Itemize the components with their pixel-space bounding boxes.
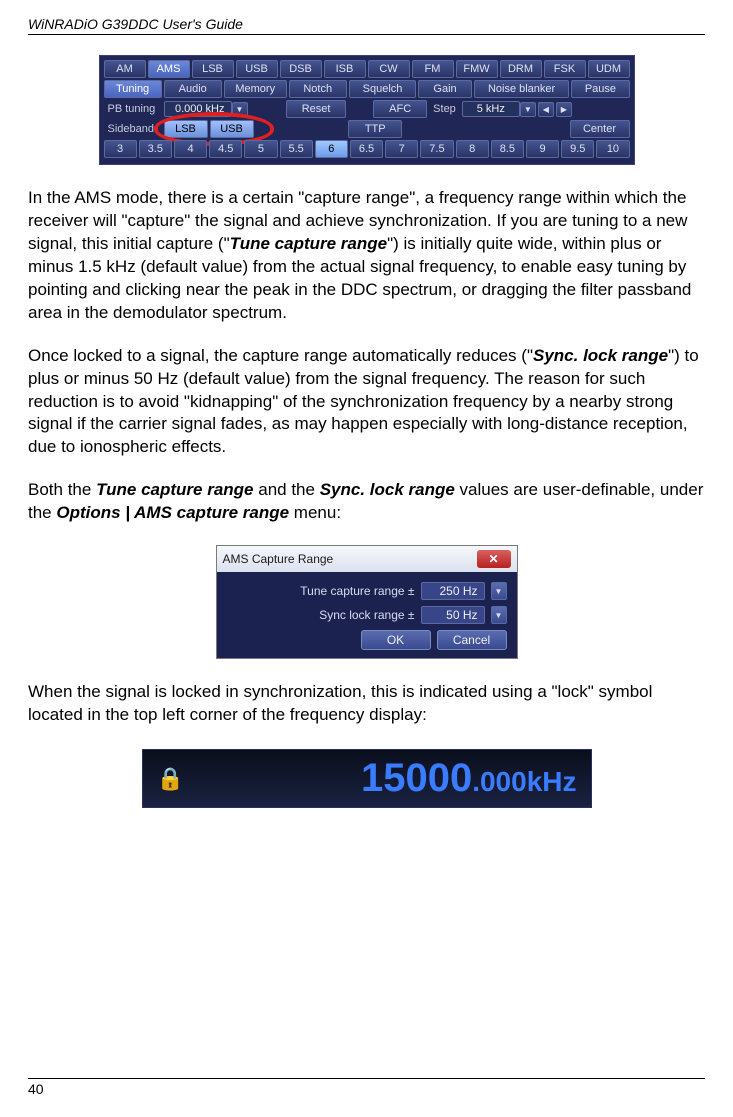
bw-btn-3-5[interactable]: 3.5	[139, 140, 172, 158]
ams-capture-range-dialog: AMS Capture Range ✕ Tune capture range ±…	[216, 545, 518, 659]
tune-capture-dropdown-icon[interactable]: ▼	[491, 582, 507, 600]
bandwidth-row: 3 3.5 4 4.5 5 5.5 6 6.5 7 7.5 8 8.5 9 9.…	[104, 140, 630, 158]
paragraph-3-d: Sync. lock range	[320, 480, 455, 499]
mode-btn-dsb[interactable]: DSB	[280, 60, 322, 78]
sideband-row: Sideband LSB USB TTP Center	[104, 120, 630, 138]
paragraph-2-b: Sync. lock range	[533, 346, 668, 365]
dialog-close-button[interactable]: ✕	[477, 550, 511, 568]
tab-gain[interactable]: Gain	[418, 80, 471, 98]
bw-btn-8[interactable]: 8	[456, 140, 489, 158]
mode-btn-fm[interactable]: FM	[412, 60, 454, 78]
page-number: 40	[28, 1078, 705, 1097]
center-button[interactable]: Center	[570, 120, 630, 138]
mode-btn-fsk[interactable]: FSK	[544, 60, 586, 78]
paragraph-1: In the AMS mode, there is a certain "cap…	[28, 187, 705, 325]
dialog-titlebar: AMS Capture Range ✕	[217, 546, 517, 572]
dialog-body: Tune capture range ± 250 Hz ▼ Sync lock …	[217, 572, 517, 658]
paragraph-4: When the signal is locked in synchroniza…	[28, 681, 705, 727]
bw-btn-5-5[interactable]: 5.5	[280, 140, 313, 158]
mode-row: AM AMS LSB USB DSB ISB CW FM FMW DRM FSK…	[104, 60, 630, 78]
ok-button[interactable]: OK	[361, 630, 431, 650]
lock-icon: 🔒	[157, 766, 184, 792]
pb-tuning-value[interactable]: 0.000 kHz	[164, 101, 232, 117]
paragraph-2: Once locked to a signal, the capture ran…	[28, 345, 705, 460]
step-right-icon[interactable]: ▶	[556, 102, 572, 117]
step-left-icon[interactable]: ◀	[538, 102, 554, 117]
tune-capture-row: Tune capture range ± 250 Hz ▼	[227, 582, 507, 600]
paragraph-3-c: and the	[254, 480, 320, 499]
sideband-usb-button[interactable]: USB	[210, 120, 254, 138]
tab-notch[interactable]: Notch	[289, 80, 347, 98]
mode-btn-isb[interactable]: ISB	[324, 60, 366, 78]
frequency-display: 🔒 15000.000kHz	[142, 749, 592, 808]
bw-btn-6-5[interactable]: 6.5	[350, 140, 383, 158]
mode-btn-drm[interactable]: DRM	[500, 60, 542, 78]
pbtuning-row: PB tuning 0.000 kHz ▼ Reset AFC Step 5 k…	[104, 100, 630, 118]
bw-btn-9[interactable]: 9	[526, 140, 559, 158]
tab-memory[interactable]: Memory	[224, 80, 287, 98]
mode-btn-am[interactable]: AM	[104, 60, 146, 78]
tune-capture-label: Tune capture range ±	[300, 584, 414, 598]
step-label: Step	[429, 103, 460, 115]
tune-capture-value[interactable]: 250 Hz	[421, 582, 485, 600]
dialog-buttons: OK Cancel	[227, 630, 507, 650]
bw-btn-4[interactable]: 4	[174, 140, 207, 158]
paragraph-3: Both the Tune capture range and the Sync…	[28, 479, 705, 525]
page-header: WiNRADiO G39DDC User's Guide	[28, 16, 705, 35]
bw-btn-8-5[interactable]: 8.5	[491, 140, 524, 158]
step-value[interactable]: 5 kHz	[462, 101, 520, 117]
paragraph-2-a: Once locked to a signal, the capture ran…	[28, 346, 533, 365]
bw-btn-9-5[interactable]: 9.5	[561, 140, 594, 158]
tab-pause[interactable]: Pause	[571, 80, 629, 98]
bw-btn-4-5[interactable]: 4.5	[209, 140, 242, 158]
paragraph-3-g: menu:	[289, 503, 341, 522]
tabs-row: Tuning Audio Memory Notch Squelch Gain N…	[104, 80, 630, 98]
frequency-integer: 15000	[361, 756, 472, 801]
page-footer: 40	[28, 1078, 705, 1097]
pb-tuning-label: PB tuning	[104, 103, 162, 115]
sideband-lsb-button[interactable]: LSB	[164, 120, 208, 138]
bw-btn-5[interactable]: 5	[244, 140, 277, 158]
sync-lock-label: Sync lock range ±	[319, 608, 414, 622]
bw-btn-10[interactable]: 10	[596, 140, 629, 158]
ttp-button[interactable]: TTP	[348, 120, 402, 138]
tab-tuning[interactable]: Tuning	[104, 80, 162, 98]
cancel-button[interactable]: Cancel	[437, 630, 507, 650]
sideband-label: Sideband	[104, 123, 162, 135]
reset-button[interactable]: Reset	[286, 100, 346, 118]
paragraph-3-b: Tune capture range	[96, 480, 253, 499]
step-dropdown-icon[interactable]: ▼	[520, 102, 536, 117]
frequency-value: 15000.000kHz	[361, 756, 577, 801]
paragraph-3-a: Both the	[28, 480, 96, 499]
sync-lock-dropdown-icon[interactable]: ▼	[491, 606, 507, 624]
mode-btn-udm[interactable]: UDM	[588, 60, 630, 78]
close-icon: ✕	[488, 552, 498, 566]
tab-noiseblanker[interactable]: Noise blanker	[474, 80, 570, 98]
paragraph-3-f: Options | AMS capture range	[56, 503, 289, 522]
paragraph-1-b: Tune capture range	[230, 234, 387, 253]
mode-btn-fmw[interactable]: FMW	[456, 60, 498, 78]
sync-lock-row: Sync lock range ± 50 Hz ▼	[227, 606, 507, 624]
afc-button[interactable]: AFC	[373, 100, 427, 118]
mode-btn-lsb[interactable]: LSB	[192, 60, 234, 78]
tab-audio[interactable]: Audio	[164, 80, 222, 98]
frequency-unit: kHz	[527, 766, 577, 798]
mode-btn-usb[interactable]: USB	[236, 60, 278, 78]
step-combo: 5 kHz ▼	[462, 101, 536, 117]
bw-btn-7-5[interactable]: 7.5	[420, 140, 453, 158]
mode-btn-cw[interactable]: CW	[368, 60, 410, 78]
dialog-title: AMS Capture Range	[223, 552, 334, 566]
bw-btn-7[interactable]: 7	[385, 140, 418, 158]
pb-tuning-combo: 0.000 kHz ▼	[164, 101, 248, 117]
mode-tuning-panel: AM AMS LSB USB DSB ISB CW FM FMW DRM FSK…	[99, 55, 635, 165]
mode-btn-ams[interactable]: AMS	[148, 60, 190, 78]
frequency-fraction: .000	[472, 766, 527, 798]
tab-squelch[interactable]: Squelch	[349, 80, 417, 98]
sync-lock-value[interactable]: 50 Hz	[421, 606, 485, 624]
bw-btn-3[interactable]: 3	[104, 140, 137, 158]
bw-btn-6[interactable]: 6	[315, 140, 348, 158]
pb-tuning-dropdown-icon[interactable]: ▼	[232, 102, 248, 117]
